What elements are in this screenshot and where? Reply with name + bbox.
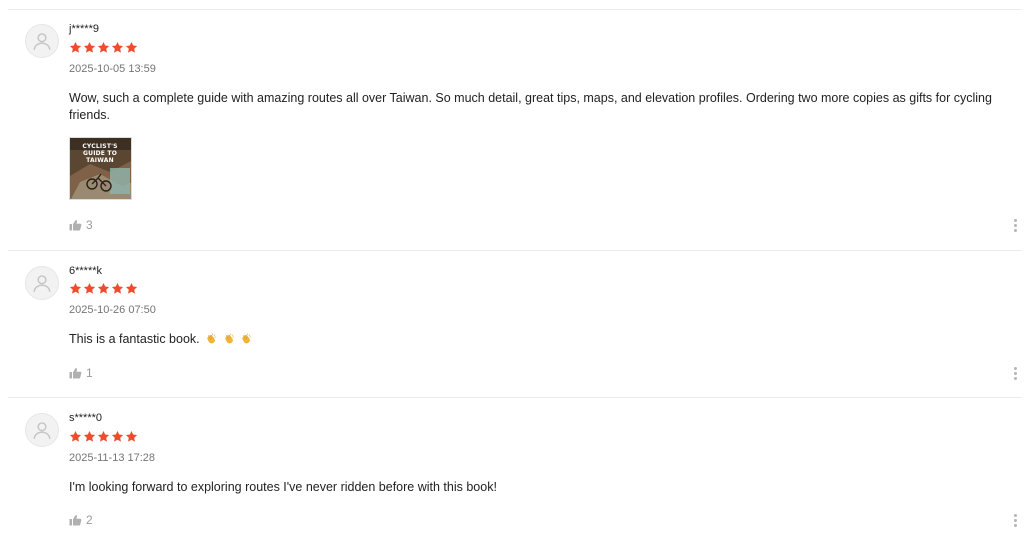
- star-icon: [125, 282, 138, 295]
- like-count: 3: [86, 218, 93, 232]
- review-photo[interactable]: CYCLIST'S GUIDE TO TAIWAN: [69, 137, 132, 200]
- clapping-hands-icon: [223, 331, 235, 348]
- reviews-list: j*****9 2025-10-05 13:59 Wow, such a com…: [0, 0, 1024, 537]
- reviewer-username: 6*****k: [69, 265, 103, 277]
- review-content: j*****9 2025-10-05 13:59 Wow, such a com…: [69, 10, 992, 251]
- review-item: 6*****k 2025-10-26 07:50 This is a fanta…: [8, 250, 1022, 398]
- thumbs-up-icon: [69, 367, 82, 379]
- avatar[interactable]: [25, 24, 59, 58]
- avatar[interactable]: [25, 413, 59, 447]
- star-icon: [97, 430, 110, 443]
- more-options-button[interactable]: [1008, 365, 1022, 381]
- review-date: 2025-10-05 13:59: [69, 63, 156, 75]
- star-icon: [69, 430, 82, 443]
- more-options-button[interactable]: [1008, 217, 1022, 233]
- avatar[interactable]: [25, 266, 59, 300]
- reviewer-username: s*****0: [69, 412, 103, 424]
- review-item: s*****0 2025-11-13 17:28 I'm looking for…: [8, 397, 1022, 538]
- review-content: s*****0 2025-11-13 17:28 I'm looking for…: [69, 398, 982, 538]
- star-icon: [111, 430, 124, 443]
- review-text: Wow, such a complete guide with amazing …: [69, 91, 992, 122]
- more-options-button[interactable]: [1008, 512, 1022, 528]
- star-icon: [111, 41, 124, 54]
- star-icon: [111, 282, 124, 295]
- star-rating: [69, 41, 138, 55]
- review-text-block: This is a fantastic book.: [69, 331, 999, 348]
- star-icon: [97, 282, 110, 295]
- user-placeholder-icon: [31, 419, 53, 441]
- star-icon: [97, 41, 110, 54]
- like-count: 2: [86, 513, 93, 527]
- clapping-hands-icon: [205, 331, 217, 348]
- star-icon: [125, 41, 138, 54]
- star-icon: [69, 41, 82, 54]
- review-date: 2025-11-13 17:28: [69, 452, 156, 464]
- thumbs-up-icon: [69, 514, 82, 526]
- star-icon: [83, 41, 96, 54]
- clapping-hands-icon: [240, 331, 252, 348]
- photo-cover-title: CYCLIST'S GUIDE TO TAIWAN: [82, 143, 118, 164]
- user-placeholder-icon: [31, 272, 53, 294]
- review-date: 2025-10-26 07:50: [69, 304, 156, 316]
- thumbs-up-icon: [69, 219, 82, 231]
- star-icon: [83, 282, 96, 295]
- review-text: I'm looking forward to exploring routes …: [69, 480, 497, 494]
- user-placeholder-icon: [31, 30, 53, 52]
- star-icon: [83, 430, 96, 443]
- star-icon: [125, 430, 138, 443]
- like-count: 1: [86, 366, 93, 380]
- like-button[interactable]: 1: [69, 366, 93, 380]
- like-button[interactable]: 3: [69, 218, 93, 232]
- star-icon: [69, 282, 82, 295]
- star-rating: [69, 282, 138, 296]
- reviewer-username: j*****9: [69, 23, 99, 35]
- review-text: This is a fantastic book.: [69, 332, 200, 346]
- like-button[interactable]: 2: [69, 513, 93, 527]
- star-rating: [69, 430, 138, 444]
- review-content: 6*****k 2025-10-26 07:50 This is a fanta…: [69, 251, 982, 398]
- review-item: j*****9 2025-10-05 13:59 Wow, such a com…: [8, 9, 1022, 251]
